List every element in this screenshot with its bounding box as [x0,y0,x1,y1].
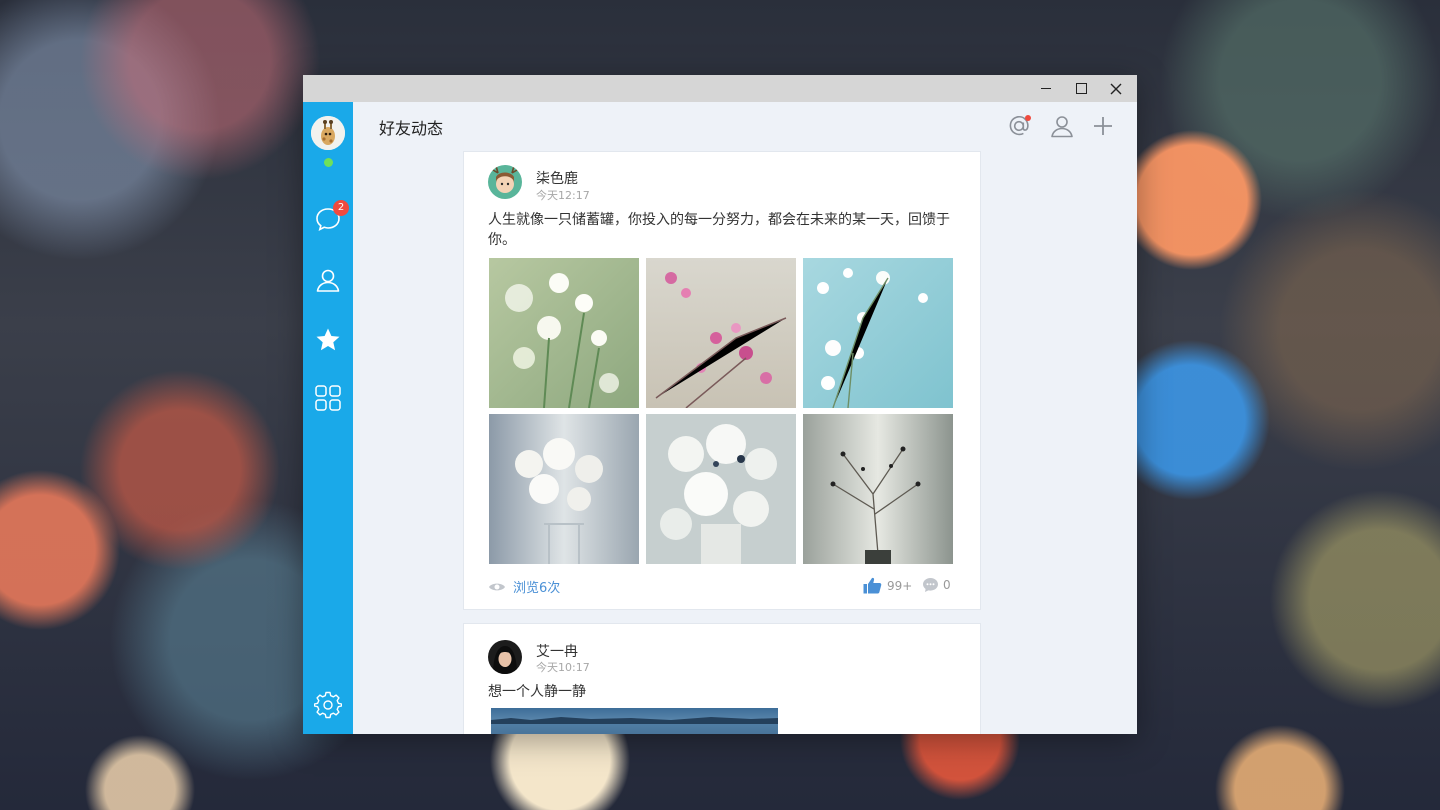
flower-photo-icon [489,414,639,564]
landscape-photo-icon [491,717,778,734]
sidebar-item-contacts[interactable] [313,265,343,295]
star-icon [316,328,340,351]
maximize-icon [1075,83,1087,94]
like-button[interactable]: 99+ [863,577,912,594]
person-icon [1051,116,1073,138]
deer-girl-avatar-icon [488,165,522,199]
app-window: 2 好友动态 柒色鹿 今天12:17 人生就像一只储蓄罐，你投入的每一分努力，都… [303,75,1137,734]
grid-icon [315,385,341,411]
photo-thumbnail[interactable] [489,258,639,408]
flower-photo-icon [646,258,796,408]
sidebar-item-apps[interactable] [313,383,343,413]
photo-thumbnail[interactable] [803,414,953,564]
author-name[interactable]: 艾一冉 [536,641,578,661]
sidebar-item-favorites[interactable] [313,325,343,355]
gear-icon [314,691,342,719]
view-count[interactable]: 浏览6次 [488,577,560,596]
minimize-icon [1041,88,1051,89]
friends-button[interactable] [1048,112,1076,140]
author-name[interactable]: 柒色鹿 [536,168,578,188]
photo-thumbnail[interactable] [646,258,796,408]
post-time: 今天12:17 [536,189,590,202]
photo-thumbnail[interactable] [646,414,796,564]
plus-icon [1094,117,1112,135]
flower-photo-icon [489,258,639,408]
sidebar-item-settings[interactable] [313,690,343,720]
feed-post: 柒色鹿 今天12:17 人生就像一只储蓄罐，你投入的每一分努力，都会在未来的某一… [463,151,981,610]
flower-photo-icon [803,258,953,408]
comment-count: 0 [943,578,951,592]
unread-badge: 2 [333,200,349,216]
feed-post: 艾一冉 今天10:17 想一个人静一静 [463,623,981,734]
flower-photo-icon [646,414,796,564]
post-footer: 浏览6次 99+ 0 [488,577,954,597]
flower-photo-icon [803,414,953,564]
close-icon [1110,83,1122,94]
photo-thumbnail[interactable] [489,414,639,564]
mention-notification-dot [1025,115,1031,121]
post-time: 今天10:17 [536,661,590,674]
woman-avatar-icon [488,640,522,674]
view-count-label: 浏览6次 [513,581,561,596]
post-text: 人生就像一只储蓄罐，你投入的每一分努力，都会在未来的某一天，回馈于你。 [488,212,950,248]
minimize-button[interactable] [1029,75,1063,102]
maximize-button[interactable] [1064,75,1098,102]
giraffe-avatar-icon [311,116,345,150]
main-panel: 好友动态 柒色鹿 今天12:17 人生就像一只储蓄罐，你投入的每一分努力，都会在… [353,102,1137,734]
user-avatar[interactable] [311,116,345,150]
photo-grid [489,258,953,564]
like-count: 99+ [887,578,913,593]
add-button[interactable] [1089,112,1117,140]
close-button[interactable] [1099,75,1133,102]
eye-icon [489,583,505,590]
person-icon [316,269,340,292]
comment-bubble-icon [923,578,938,592]
thumbs-up-icon [863,577,882,594]
author-avatar[interactable] [488,640,522,674]
sidebar: 2 [303,102,353,734]
author-avatar[interactable] [488,165,522,199]
photo-thumbnail[interactable] [803,258,953,408]
post-text: 想一个人静一静 [488,684,586,700]
comment-button[interactable]: 0 [922,577,951,593]
title-bar[interactable] [303,75,1137,102]
photo-thumbnail[interactable] [491,708,778,734]
mentions-button[interactable] [1005,112,1033,140]
online-status-dot [324,158,333,167]
page-title: 好友动态 [379,119,444,138]
